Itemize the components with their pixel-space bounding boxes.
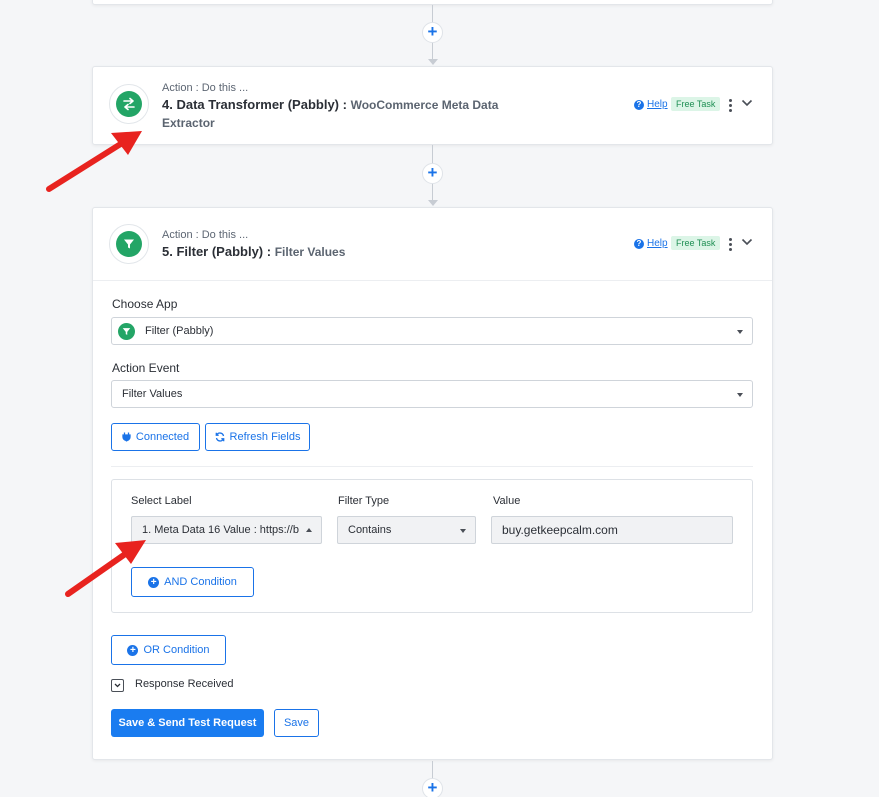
annotation-arrows — [46, 131, 146, 597]
annotation-arrow-step4 — [46, 131, 142, 192]
annotation-arrow-select-label — [65, 540, 146, 597]
